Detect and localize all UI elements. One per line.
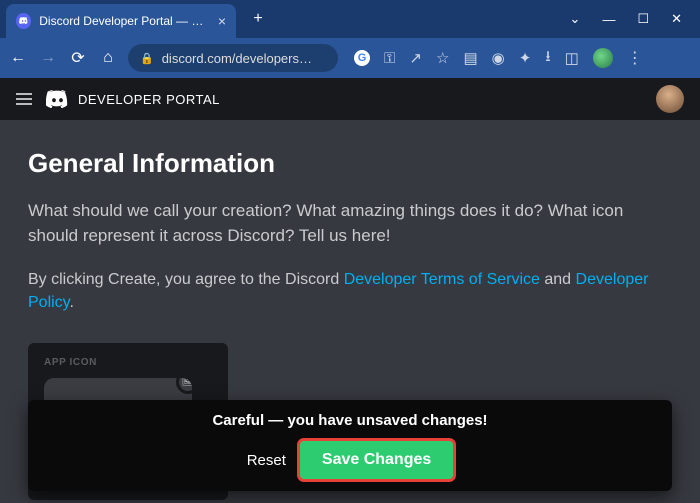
discord-logo[interactable]: DEVELOPER PORTAL (46, 90, 220, 108)
share-icon[interactable]: ↗ (409, 49, 422, 67)
browser-tab[interactable]: Discord Developer Portal — My A × (6, 4, 236, 38)
sidepanel-icon[interactable]: ◫ (565, 49, 579, 67)
reset-button[interactable]: Reset (247, 452, 286, 469)
minimize-icon[interactable]: — (602, 12, 615, 27)
discord-favicon (16, 13, 31, 29)
reload-icon[interactable]: ⟳ (68, 48, 88, 68)
agree-mid: and (540, 271, 576, 288)
unsaved-message: Careful — you have unsaved changes! (212, 412, 487, 429)
discord-mark-icon (46, 90, 70, 108)
window-titlebar: Discord Developer Portal — My A × + ⌄ — … (0, 0, 700, 38)
forward-icon[interactable]: → (38, 49, 58, 67)
page-title: General Information (28, 148, 672, 179)
reader-icon[interactable]: ▤ (463, 49, 477, 67)
close-icon[interactable]: ✕ (671, 11, 682, 27)
tab-title: Discord Developer Portal — My A (39, 14, 210, 28)
url-text: discord.com/developers… (162, 51, 312, 66)
app-icon-label: APP ICON (44, 357, 212, 368)
extensions-icon[interactable]: ✦ (519, 49, 532, 67)
maximize-icon[interactable]: ☐ (637, 11, 649, 27)
google-icon[interactable]: G (354, 50, 370, 66)
upload-image-icon[interactable]: 🖼 (176, 378, 192, 394)
star-icon[interactable]: ☆ (436, 49, 449, 67)
browser-toolbar: ← → ⟳ ⌂ 🔒 discord.com/developers… G ⚿ ↗ … (0, 38, 700, 78)
key-icon[interactable]: ⚿ (384, 50, 395, 67)
save-changes-button[interactable]: Save Changes (300, 441, 453, 479)
address-bar[interactable]: 🔒 discord.com/developers… (128, 44, 338, 72)
agree-suffix: . (70, 294, 74, 311)
user-avatar[interactable] (656, 85, 684, 113)
profile-extension-icon[interactable] (593, 48, 613, 68)
chevron-down-icon[interactable]: ⌄ (570, 11, 581, 27)
back-icon[interactable]: ← (8, 49, 28, 67)
unsaved-changes-bar: Careful — you have unsaved changes! Rese… (28, 400, 672, 491)
menu-kebab-icon[interactable]: ⋮ (627, 48, 642, 68)
agree-text: By clicking Create, you agree to the Dis… (28, 268, 672, 314)
main-content: General Information What should we call … (0, 120, 700, 503)
page-description: What should we call your creation? What … (28, 199, 672, 248)
extension-bubble-icon[interactable]: ◉ (492, 49, 505, 67)
download-icon[interactable]: ⭳ (545, 46, 550, 71)
agree-prefix: By clicking Create, you agree to the Dis… (28, 271, 344, 288)
portal-title: DEVELOPER PORTAL (78, 92, 220, 107)
hamburger-menu-icon[interactable] (16, 93, 32, 105)
window-controls: ⌄ — ☐ ✕ (570, 11, 700, 27)
new-tab-button[interactable]: + (244, 5, 272, 33)
home-icon[interactable]: ⌂ (98, 49, 118, 67)
app-header: DEVELOPER PORTAL (0, 78, 700, 120)
lock-icon: 🔒 (140, 52, 154, 65)
tab-close-icon[interactable]: × (218, 13, 226, 29)
tos-link[interactable]: Developer Terms of Service (344, 271, 540, 288)
